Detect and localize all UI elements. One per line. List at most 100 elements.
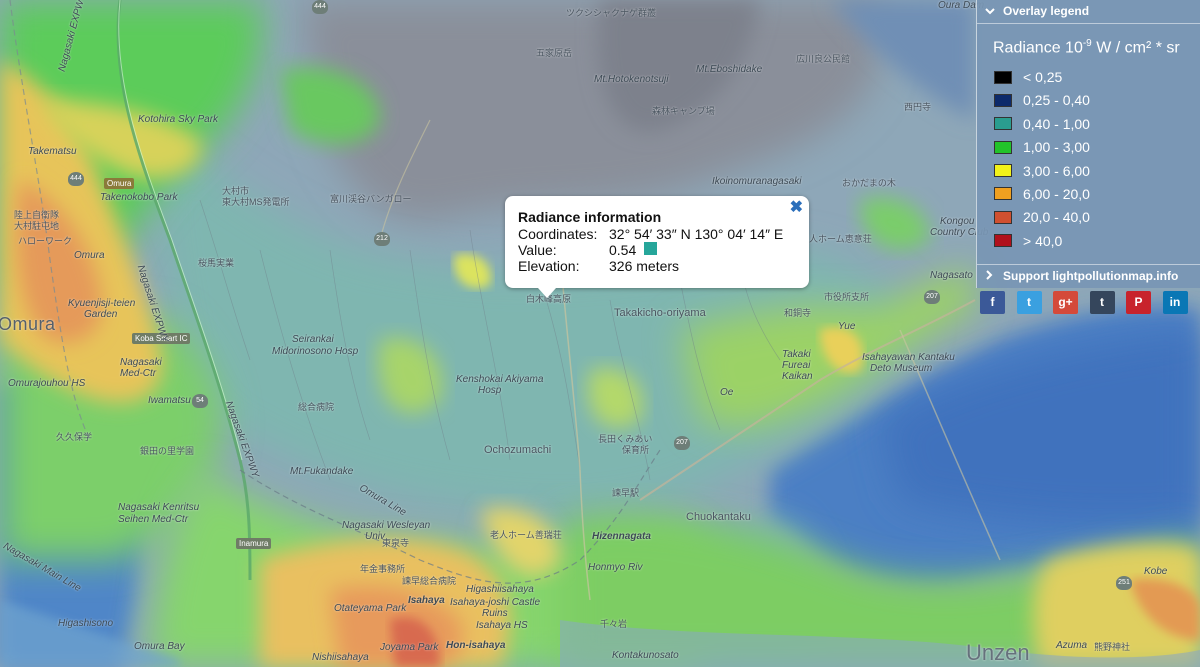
map-label-omura-station: Omura [104, 178, 135, 189]
map-label-omurajouhou: Omurajouhou HS [8, 378, 86, 389]
map-label-jp-omurakomon: 大村駐屯地 [14, 221, 60, 231]
legend-item-label: 0,40 - 1,00 [1023, 115, 1090, 132]
map-label-chuokantaku: Chuokantaku [686, 511, 751, 523]
map-label-jp-kyuzou: 久久保学 [56, 432, 93, 442]
road-shield-212: 212 [374, 232, 390, 246]
map-label-joyama-park: Joyama Park [380, 642, 439, 653]
legend-items: < 0,25 0,25 - 0,40 0,40 - 1,00 1,00 - 3,00 3… [977, 65, 1200, 252]
legend-swatch [994, 93, 1012, 107]
road-shield-54: 54 [192, 394, 208, 408]
legend-item: 0,25 - 0,40 [977, 89, 1200, 112]
facebook-icon[interactable]: f [980, 291, 1005, 314]
legend-item-label: 0,25 - 0,40 [1023, 92, 1090, 109]
map-label-isahaya-kantaku: Isahayawan Kantaku [862, 352, 955, 363]
tumblr-icon[interactable]: t [1089, 291, 1115, 314]
legend-swatch [994, 140, 1012, 154]
road-shield-444: 444 [68, 172, 84, 186]
close-icon[interactable]: ✖ [790, 197, 803, 217]
map-label-nagasaki-med: Nagasaki [120, 357, 162, 368]
map-label-hosp: Hosp [478, 385, 502, 396]
legend-item-label: 6,00 - 20,0 [1023, 185, 1090, 202]
map-label-kenshokai: Kenshokai Akiyama [456, 374, 544, 385]
overlay-legend-header[interactable]: Overlay legend [977, 0, 1200, 24]
elevation-row: Elevation: 326 meters [518, 258, 796, 274]
map-label-jp-gintaku: 銀田の里学園 [140, 446, 195, 456]
map-label-kotohira-sky-park: Kotohira Sky Park [138, 114, 219, 125]
legend-unit-prefix: Radiance 10 [993, 39, 1083, 57]
linkedin-icon[interactable]: in [1162, 291, 1188, 314]
legend-item: 1,00 - 3,00 [977, 136, 1200, 159]
legend-item-label: 1,00 - 3,00 [1023, 139, 1090, 156]
map-label-higashisono: Higashisono [58, 618, 114, 629]
twitter-icon[interactable]: t [1016, 291, 1042, 314]
map-label-hizennagata: Hizennagata [592, 531, 651, 542]
map-label-jp-wadamura: 和銅寺 [784, 308, 812, 318]
map-label-omura-bay: Omura Bay [134, 641, 185, 652]
map-label-ikoinomura: Ikoinomuranagasaki [712, 176, 802, 187]
elevation-value: 326 meters [609, 258, 680, 274]
social-share-bar: f t g+ t Pin [980, 291, 1199, 315]
road-shield-251: 251 [1116, 576, 1132, 590]
map-label-jp-hellowork: ハローワーク [18, 236, 73, 246]
map-label-takematsu: Takematsu [28, 146, 77, 157]
map-label-jp-okadamoto: おかだまの木 [842, 178, 896, 188]
legend-swatch [994, 70, 1012, 84]
map-label-jp-sogo: 諫早総合病院 [402, 576, 457, 586]
map-label-jp-toukou: 東泉寺 [382, 538, 410, 548]
map-label-kyuenjisji: Kyuenjisji-teien [68, 298, 136, 309]
legend-item-label: 3,00 - 6,00 [1023, 162, 1090, 179]
map-label-jp-hirokawa: 広川良公民館 [796, 54, 851, 64]
legend-unit: Radiance 10-9 W / cm² * sr [977, 24, 1200, 65]
legend-item-label: > 40,0 [1023, 232, 1063, 249]
map-label-nishiisahaya: Nishiisahaya [312, 652, 369, 663]
pinterest-icon[interactable]: P [1126, 291, 1151, 314]
map-label-deto-museum: Deto Museum [870, 363, 933, 374]
map-label-ochozumachi: Ochozumachi [484, 444, 552, 456]
map-label-seihen: Seihen Med-Ctr [118, 514, 189, 525]
map-label-jp-nishiyouji: 西円寺 [904, 102, 932, 112]
map-label-garden: Garden [84, 309, 118, 320]
chevron-right-icon [985, 269, 997, 283]
legend-swatch [994, 210, 1012, 224]
legend-unit-exponent: -9 [1082, 38, 1092, 49]
map-label-nagasato: Nagasato [930, 270, 973, 281]
map-label-kontakunosato: Kontakunosato [612, 650, 679, 661]
legend-swatch [994, 164, 1012, 178]
map-label-omura-city: Omura [0, 314, 56, 334]
legend-swatch [994, 187, 1012, 201]
value-value: 0.54 [609, 242, 637, 258]
map-label-jp-sakura: 桜馬実業 [198, 258, 235, 268]
chevron-down-icon [985, 4, 997, 18]
elevation-label: Elevation: [518, 258, 580, 274]
support-link[interactable]: Support lightpollutionmap.info [977, 264, 1200, 288]
map-label-takenokobo-park: Takenokobo Park [100, 192, 178, 203]
map-label-jp-isahaya-shisho: 市役所支所 [824, 292, 870, 302]
map-label-omura-small: Omura [74, 250, 105, 261]
map-label-iwamatsu: Iwamatsu [148, 395, 191, 406]
legend-item: 3,00 - 6,00 [977, 159, 1200, 182]
map-label-jp-sou: 総合病院 [298, 402, 335, 412]
map-label-med-ctr: Med-Ctr [120, 368, 157, 379]
map-label-unzen: Unzen [966, 640, 1030, 665]
map-label-midorinosono: Midorinosono Hosp [272, 346, 359, 357]
map-label-ruins: Ruins [482, 608, 508, 619]
map-label-jp-shinrin: 森林キャンプ場 [652, 106, 715, 116]
map-label-jp-kumano: 熊野神社 [1094, 642, 1131, 652]
map-label-jp-fujikawa: 富川渓谷バンガロー [330, 194, 412, 204]
overlay-legend-title: Overlay legend [1003, 4, 1090, 18]
coordinates-row: Coordinates: 32° 54′ 33″ N 130° 04′ 14″ … [518, 226, 796, 242]
map-label-jp-gobanbara: 五家原岳 [536, 48, 573, 58]
support-link-label: Support lightpollutionmap.info [1003, 269, 1179, 283]
legend-item: 20,0 - 40,0 [977, 206, 1200, 229]
googleplus-icon[interactable]: g+ [1053, 291, 1078, 314]
map-label-yue: Yue [838, 321, 856, 332]
map-label-nagasaki-wesleyan: Nagasaki Wesleyan [342, 520, 431, 531]
legend-swatch [994, 117, 1012, 131]
overlay-legend-panel: Overlay legend Radiance 10-9 W / cm² * s… [976, 0, 1200, 288]
map-label-mt-fukandake: Mt.Fukandake [290, 466, 354, 477]
map-label-azuma: Azuma [1056, 640, 1088, 651]
coordinates-value: 32° 54′ 33″ N 130° 04′ 14″ E [609, 226, 784, 242]
map-label-jp-roujin2: 老人ホーム善瑞荘 [490, 530, 562, 540]
map-label-jp-nenkin: 年金事務所 [360, 564, 406, 574]
map-label-jp-tsukushi: ツクシシャクナゲ群叢 [566, 8, 657, 18]
